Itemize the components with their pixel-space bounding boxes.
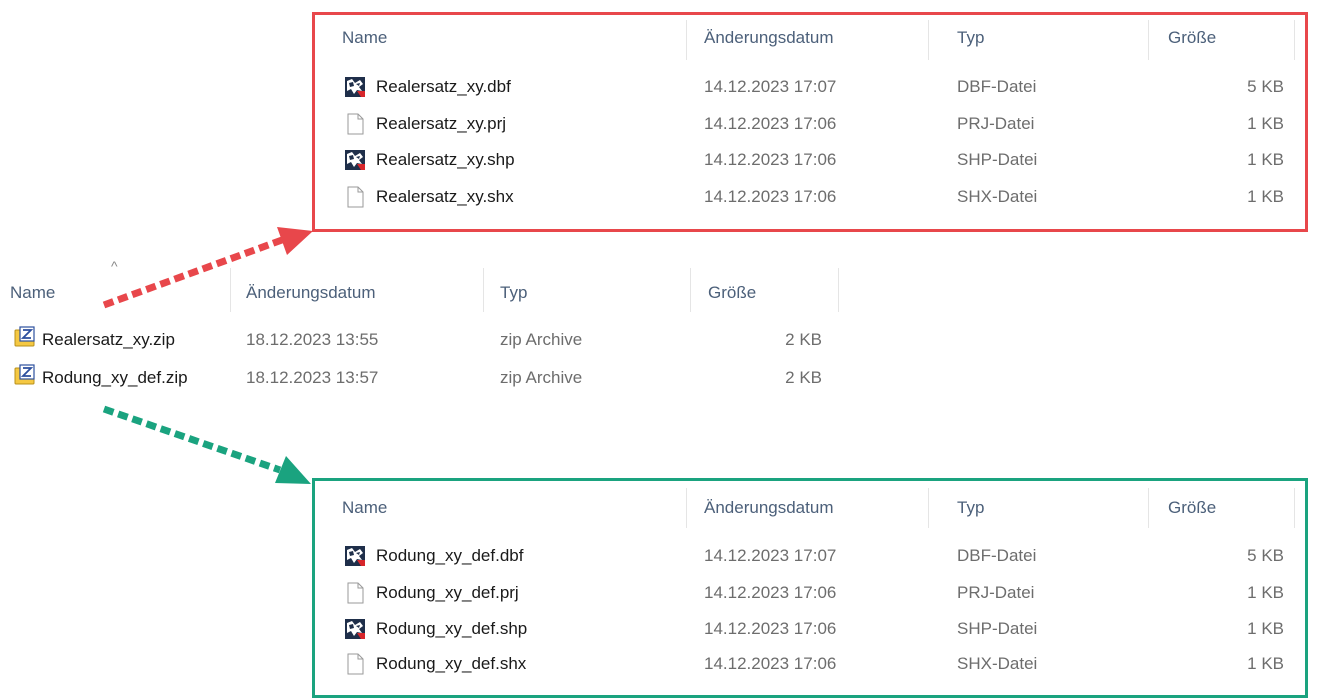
annotation-arrows <box>102 227 313 484</box>
green-dotted-arrow-line <box>102 405 282 474</box>
red-arrowhead-icon <box>277 227 313 255</box>
green-arrowhead-icon <box>275 456 311 484</box>
red-dotted-arrow-line <box>102 236 284 309</box>
